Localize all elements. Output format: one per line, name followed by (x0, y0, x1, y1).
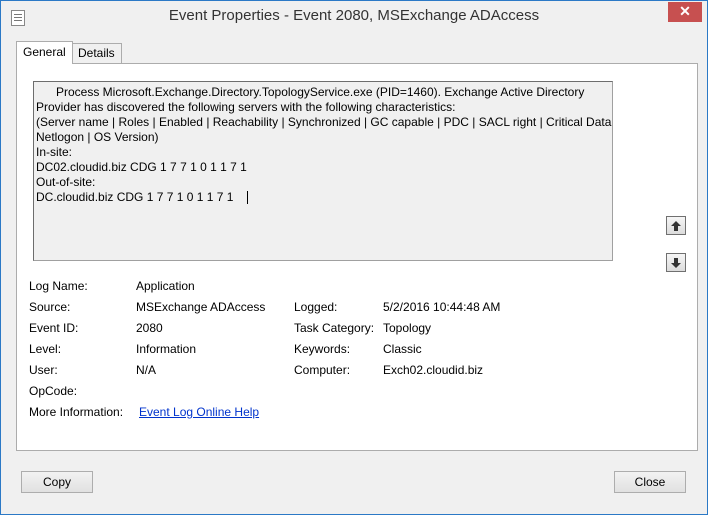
logged-value: 5/2/2016 10:44:48 AM (383, 300, 501, 314)
text-cursor (247, 191, 249, 205)
user-label: User: (29, 363, 58, 377)
scroll-up-button[interactable] (666, 216, 686, 235)
window-title: Event Properties - Event 2080, MSExchang… (168, 7, 540, 24)
log-name-value: Application (136, 279, 195, 293)
description-line: Process Microsoft.Exchange.Directory.Top… (56, 85, 585, 99)
source-value: MSExchange ADAccess (136, 300, 266, 314)
opcode-label: OpCode: (29, 384, 78, 398)
level-label: Level: (29, 342, 62, 356)
scroll-down-button[interactable] (666, 253, 686, 272)
description-line: Out-of-site: (36, 175, 96, 189)
task-category-label: Task Category: (294, 321, 375, 335)
close-button[interactable]: Close (614, 471, 686, 493)
logged-label: Logged: (294, 300, 338, 314)
description-line: (Server name | Roles | Enabled | Reachab… (36, 115, 613, 129)
description-line-last: DC.cloudid.biz CDG 1 7 7 1 0 1 1 7 1 (36, 190, 610, 205)
description-line: DC02.cloudid.biz CDG 1 7 7 1 0 1 1 7 1 (36, 160, 247, 174)
event-id-value: 2080 (136, 321, 163, 335)
more-information-label: More Information: (29, 405, 124, 419)
window-close-button[interactable]: ✕ (668, 2, 702, 22)
arrow-up-icon (671, 221, 681, 231)
computer-value: Exch02.cloudid.biz (383, 363, 484, 377)
event-description-box[interactable]: Process Microsoft.Exchange.Directory.Top… (33, 81, 613, 261)
keywords-value: Classic (383, 342, 422, 356)
description-line: Netlogon | OS Version) (36, 130, 159, 144)
keywords-label: Keywords: (294, 342, 351, 356)
description-line: Provider has discovered the following se… (36, 100, 456, 114)
copy-button[interactable]: Copy (21, 471, 93, 493)
source-label: Source: (29, 300, 71, 314)
event-log-online-help-link[interactable]: Event Log Online Help (139, 405, 259, 419)
level-value: Information (136, 342, 197, 356)
tab-details[interactable]: Details (71, 43, 122, 63)
event-properties-window: Event Properties - Event 2080, MSExchang… (0, 0, 708, 515)
event-id-label: Event ID: (29, 321, 79, 335)
tab-general[interactable]: General (16, 41, 73, 64)
arrow-down-icon (671, 258, 681, 268)
task-category-value: Topology (383, 321, 432, 335)
title-bar[interactable]: Event Properties - Event 2080, MSExchang… (1, 1, 707, 32)
user-value: N/A (136, 363, 157, 377)
description-line: In-site: (36, 145, 73, 159)
general-panel: Process Microsoft.Exchange.Directory.Top… (16, 63, 698, 451)
description-line-text: DC.cloudid.biz CDG 1 7 7 1 0 1 1 7 1 (36, 190, 234, 204)
computer-label: Computer: (294, 363, 351, 377)
log-name-label: Log Name: (29, 279, 88, 293)
